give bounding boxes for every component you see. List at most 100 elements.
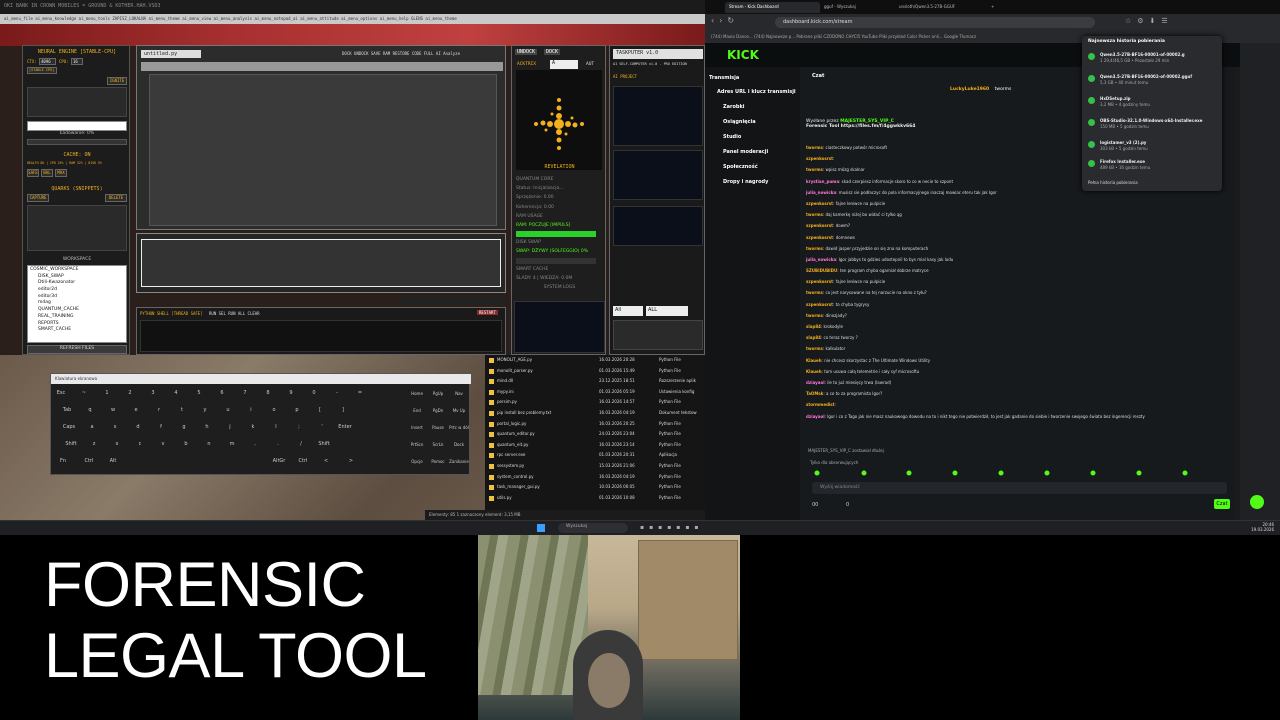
chat-username[interactable]: szpenkosrst <box>806 201 833 206</box>
url-input[interactable]: dashboard.kick.com/stream <box>775 17 1095 28</box>
emote-bar[interactable] <box>812 470 1233 476</box>
keyboard-key[interactable]: z <box>84 439 104 450</box>
chat-message[interactable]: szpenkosrst: to chyba tygrysy <box>806 302 1231 313</box>
editor-toolbar[interactable]: DOCK UNDOCK SAVE RAM RESTORE CODE FULL A… <box>342 51 460 56</box>
keyboard-key[interactable]: / <box>291 439 311 450</box>
chat-message[interactable]: tworms: daj kamerkę niżej bo widać ci ty… <box>806 212 1231 223</box>
chat-message[interactable]: dziayaol: Igor i co z Tago jak nie masz … <box>806 414 1231 425</box>
keyboard-key[interactable]: a <box>82 422 102 433</box>
nav-transmisja[interactable]: Transmisja <box>709 75 739 87</box>
chat-message[interactable]: szpenkosrst: fajne leniwce na pulpicie <box>806 279 1231 290</box>
send-button[interactable]: Czat <box>1214 499 1230 509</box>
keyboard-key[interactable]: i <box>241 405 261 416</box>
chat-username[interactable]: julia_nowicka <box>806 257 836 262</box>
keyboard-side-key[interactable]: Dock <box>449 439 469 450</box>
chat-username[interactable]: tworms <box>806 313 823 318</box>
keyboard-key[interactable]: 7 <box>235 388 255 399</box>
file-row[interactable]: rpc server.exe 01.03.2026 20:31 Aplikacja <box>487 452 703 462</box>
keyboard-key[interactable]: 8 <box>258 388 278 399</box>
keyboard-key[interactable]: 4 <box>166 388 186 399</box>
keyboard-key[interactable]: j <box>220 422 240 433</box>
chat-username[interactable]: TaOMsk <box>806 391 823 396</box>
filter-select-2[interactable]: ALL <box>646 306 688 316</box>
keyboard-key[interactable]: Shift <box>61 439 81 450</box>
tab-kick-dashboard[interactable]: Stream - Kick Dashboard <box>725 2 820 13</box>
chat-message[interactable]: slap84: krokodyle <box>806 324 1231 335</box>
keyboard-key[interactable]: Ctrl <box>293 456 313 467</box>
quarks-list[interactable] <box>27 205 127 251</box>
keyboard-key[interactable]: . <box>268 439 288 450</box>
toolbar-icons[interactable]: ☆⚙⬇☰ <box>1125 17 1174 25</box>
keyboard-key[interactable]: k <box>243 422 263 433</box>
chat-message[interactable]: szpenkosrst: dowm? <box>806 223 1231 234</box>
keyboard-key[interactable]: Esc <box>51 388 71 399</box>
keyboard-key[interactable]: c <box>130 439 150 450</box>
chat-username[interactable]: julia_nowicka <box>806 190 836 195</box>
capture-button[interactable]: CAPTURE <box>27 194 49 202</box>
keyboard-key[interactable]: m <box>222 439 242 450</box>
filter-select[interactable]: All <box>613 306 643 316</box>
chat-username[interactable]: Klaueh <box>806 358 822 363</box>
taskbar-app-icons[interactable]: ▪▪▪▪▪▪▪ <box>640 524 740 533</box>
file-row[interactable]: task_manager_gui.py 10.03.2026 06:05 Pytho… <box>487 484 703 494</box>
keyboard-key[interactable]: x <box>107 439 127 450</box>
max-button[interactable]: MAX <box>55 169 67 177</box>
chat-message[interactable]: szpenkosrst: fajne leniwce na pulpicie <box>806 201 1231 212</box>
refresh-files-button[interactable]: REFRESH FILES <box>27 345 127 354</box>
keyboard-key[interactable]: ] <box>333 405 353 416</box>
keyboard-key[interactable]: ~ <box>74 388 94 399</box>
tree-item[interactable]: COSMIC_WORKSPACE <box>30 267 124 274</box>
nav-zarobki[interactable]: Zarobki <box>723 104 745 116</box>
keyboard-key[interactable]: r <box>149 405 169 416</box>
chat-username[interactable]: szpenkosrst <box>806 223 833 228</box>
keyboard-side-key[interactable]: Opcje <box>407 456 427 467</box>
new-tab-button[interactable]: + <box>987 2 997 13</box>
keyboard-side-key[interactable]: Zanikanie <box>449 456 469 467</box>
keyboard-side-key[interactable]: PgUp <box>428 388 448 399</box>
keyboard-key[interactable]: 2 <box>120 388 140 399</box>
keyboard-key[interactable]: y <box>195 405 215 416</box>
keyboard-key[interactable]: > <box>341 456 361 467</box>
nav-arrows-icon[interactable]: ‹›↻ <box>711 16 739 25</box>
keyboard-key[interactable]: Ctrl <box>79 456 99 467</box>
ignite-button[interactable]: IGNITE <box>107 77 127 85</box>
acktrix-input[interactable]: A <box>550 60 578 69</box>
chat-username[interactable]: dziayaol <box>806 414 825 419</box>
tab-unsloth[interactable]: unsloth/Qwen3.5-27B-GGUF <box>895 2 985 13</box>
keyboard-key[interactable]: q <box>80 405 100 416</box>
keyboard-key[interactable]: Enter <box>335 422 355 433</box>
keyboard-key[interactable]: 0 <box>304 388 324 399</box>
nav-panel-moderacji[interactable]: Panel moderacji <box>723 149 768 161</box>
file-row[interactable]: MONOLIT_AGE.py 16.03.2026 20:28 Python Fil… <box>487 357 703 367</box>
chat-username[interactable]: SZUBIDUBIDU <box>806 268 837 273</box>
start-icon[interactable] <box>537 524 545 532</box>
keyboard-key[interactable]: ; <box>289 422 309 433</box>
tree-item[interactable]: QUANTUM_CACHE <box>30 307 124 314</box>
keyboard-key[interactable]: 1 <box>97 388 117 399</box>
emote-icons[interactable] <box>812 470 1233 476</box>
keyboard-key[interactable]: w <box>103 405 123 416</box>
keyboard-side-key[interactable]: Insert <box>407 422 427 433</box>
keyboard-side-key[interactable]: Mv Up <box>449 405 469 416</box>
sub-user[interactable]: LuckyLuke1960 <box>950 87 989 92</box>
keyboard-side-key[interactable]: Nav <box>449 388 469 399</box>
keyboard-key[interactable]: 9 <box>281 388 301 399</box>
keyboard-key[interactable]: < <box>316 456 336 467</box>
chat-message[interactable]: julia_nowicka: Igor jabbys to gdzies udo… <box>806 257 1231 268</box>
keyboard-key[interactable]: s <box>105 422 125 433</box>
file-row[interactable]: portal_logic.py 16.03.2026 20:25 Python Fi… <box>487 421 703 431</box>
pinned-text[interactable]: Forensic Tool https://files.fm/f/4ggwkkv… <box>806 124 915 129</box>
chat-message[interactable]: slap84: co teraz tworzy ? <box>806 335 1231 346</box>
keyboard-key[interactable]: t <box>172 405 192 416</box>
keyboard-side-key[interactable]: Pause <box>428 422 448 433</box>
undock-button[interactable]: UNDOCK <box>515 49 538 55</box>
keyboard-side-key[interactable]: ScrLk <box>428 439 448 450</box>
file-row[interactable]: pip install bez problemy.txt 16.03.2026 0… <box>487 410 703 420</box>
keyboard-side-key[interactable]: Home <box>407 388 427 399</box>
keyboard-key[interactable]: l <box>266 422 286 433</box>
chat-username[interactable]: slap84 <box>806 324 821 329</box>
keyboard-side-key[interactable]: Pomoc <box>428 456 448 467</box>
dock-button[interactable]: DOCK <box>544 49 561 55</box>
restart-button[interactable]: RESTART <box>477 310 498 315</box>
ctx-input[interactable]: 4096 <box>39 58 56 65</box>
